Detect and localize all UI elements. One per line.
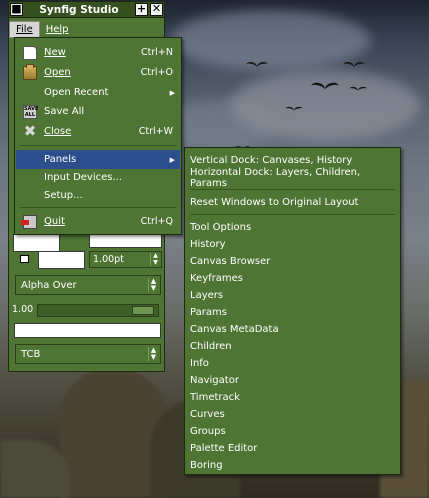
menu-item-label: Navigator [190, 375, 239, 386]
panels-item-boring[interactable]: Boring [186, 456, 399, 475]
menu-item-label: Layers [190, 290, 224, 301]
menu-separator [20, 145, 176, 146]
maximize-button[interactable]: + [135, 3, 148, 16]
menu-item-label: Children [190, 341, 232, 352]
menu-item-label: Timetrack [190, 392, 240, 403]
menu-item-label: Canvas Browser [190, 256, 271, 267]
window-menu-button[interactable]: ■ [10, 3, 23, 16]
menu-help-label: Help [45, 23, 69, 35]
menu-item-label: Open [44, 67, 71, 78]
file-menu-item-save-all[interactable]: SAVE ALL Save All [16, 102, 180, 121]
menu-item-label: History [190, 239, 226, 250]
menu-item-label: Panels [44, 154, 77, 165]
outline-width-spin[interactable]: 1.00pt ▲ ▼ [89, 251, 162, 268]
menu-bar: File Help [9, 19, 164, 39]
spin-arrows-icon[interactable]: ▲ ▼ [150, 252, 160, 266]
menu-item-label: Params [190, 307, 227, 318]
save-all-icon: SAVE ALL [23, 104, 39, 119]
menu-item-label: Save All [44, 106, 85, 117]
outline-color-swatch[interactable] [13, 234, 60, 252]
menu-separator [190, 189, 395, 190]
file-menu: New Ctrl+N Open Ctrl+O Open Recent ▶ SAV… [14, 37, 182, 235]
opacity-slider-handle[interactable] [132, 306, 154, 315]
title-bar[interactable]: ■ Synfig Studio + ✕ [9, 2, 164, 18]
file-menu-item-panels[interactable]: Panels ▶ [16, 150, 180, 169]
menu-item-label: Horizontal Dock: Layers, Children, Param… [190, 166, 361, 189]
submenu-arrow-icon: ▶ [169, 88, 175, 97]
bird [246, 62, 268, 70]
menu-item-accel: Ctrl+Q [140, 216, 173, 227]
opacity-value: 1.00 [12, 304, 34, 315]
interpolation-select[interactable]: TCB ▲ ▼ [15, 344, 161, 364]
interpolation-value: TCB [21, 348, 41, 360]
menu-item-label: Close [44, 126, 72, 137]
outline-width-value: 1.00pt [93, 254, 124, 265]
close-icon: ✖ [23, 121, 37, 140]
file-menu-item-new[interactable]: New Ctrl+N [16, 43, 180, 62]
menu-separator [20, 207, 176, 208]
cloud [170, 10, 370, 70]
menu-item-label: Canvas MetaData [190, 324, 279, 335]
file-menu-item-input-devices[interactable]: Input Devices... [16, 168, 180, 187]
menu-separator [190, 214, 395, 215]
panels-submenu: Vertical Dock: Canvases, History Horizon… [184, 147, 401, 475]
opacity-slider[interactable] [37, 304, 159, 317]
menu-item-label: Info [190, 358, 209, 369]
menu-item-label: Reset Windows to Original Layout [190, 197, 359, 208]
menu-item-label: Tool Options [190, 222, 252, 233]
bird [285, 107, 303, 113]
menu-item-label: Keyframes [190, 273, 243, 284]
swap-colors-icon[interactable] [20, 255, 29, 263]
menu-item-label: Boring [190, 460, 223, 471]
combo-arrows-icon: ▲ ▼ [148, 278, 158, 292]
open-folder-icon [23, 63, 37, 80]
menu-item-accel: Ctrl+N [141, 47, 173, 58]
file-menu-item-setup[interactable]: Setup... [16, 186, 180, 205]
bird [343, 62, 365, 70]
quit-icon [21, 214, 37, 229]
blend-method-value: Alpha Over [21, 279, 77, 291]
menu-item-label: Vertical Dock: Canvases, History [190, 155, 353, 166]
menu-item-accel: Ctrl+O [140, 67, 173, 78]
blend-method-select[interactable]: Alpha Over ▲ ▼ [15, 275, 161, 295]
window-title: Synfig Studio [39, 3, 119, 16]
menu-item-label: Input Devices... [44, 172, 123, 183]
new-file-icon [23, 45, 37, 60]
menu-item-label: New [44, 47, 66, 58]
menu-item-label: Quit [44, 216, 65, 227]
menu-item-label: Curves [190, 409, 225, 420]
fill-color-swatch[interactable] [38, 251, 85, 269]
panels-item-horizontal-dock[interactable]: Horizontal Dock: Layers, Children, Param… [186, 166, 399, 189]
file-menu-item-close[interactable]: ✖ Close Ctrl+W [16, 122, 180, 141]
file-menu-item-open[interactable]: Open Ctrl+O [16, 63, 180, 82]
file-menu-item-open-recent[interactable]: Open Recent ▶ [16, 83, 180, 102]
gradient-preview[interactable] [89, 234, 162, 248]
menu-item-accel: Ctrl+W [138, 126, 173, 137]
bird [349, 87, 367, 93]
submenu-arrow-icon: ▶ [169, 155, 175, 164]
menu-item-label: Setup... [44, 190, 83, 201]
menu-item-label: Open Recent [44, 87, 109, 98]
brush-preview [14, 323, 161, 338]
file-menu-item-quit[interactable]: Quit Ctrl+Q [16, 212, 180, 231]
close-window-button[interactable]: ✕ [150, 3, 163, 16]
bird [311, 83, 340, 93]
menu-file[interactable]: File [9, 20, 40, 38]
menu-file-label: File [16, 23, 33, 35]
combo-arrows-icon: ▲ ▼ [148, 347, 158, 361]
menu-item-label: Palette Editor [190, 443, 258, 454]
menu-help[interactable]: Help [40, 22, 75, 37]
panels-item-reset-windows[interactable]: Reset Windows to Original Layout [186, 193, 399, 212]
menu-item-label: Groups [190, 426, 226, 437]
